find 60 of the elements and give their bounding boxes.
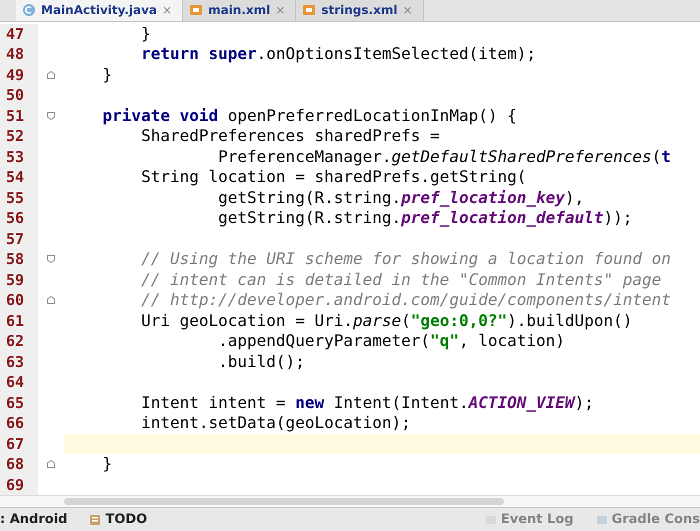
fold-marker-icon[interactable] [46, 459, 56, 470]
editor-tab[interactable]: strings.xml × [296, 0, 424, 21]
line-number: 59 [0, 270, 38, 290]
tool-window-button[interactable]: : Android [0, 512, 68, 528]
fold-marker-icon[interactable] [46, 70, 56, 80]
scrollbar[interactable] [64, 498, 504, 506]
line-number: 47 [0, 24, 38, 44]
line-number: 51 [0, 106, 38, 126]
code-line: SharedPreferences sharedPrefs = [140, 126, 441, 147]
console-icon [596, 514, 608, 526]
line-number: 55 [0, 188, 38, 208]
code-line: intent.setData(geoLocation); [140, 413, 412, 434]
line-number: 68 [0, 454, 38, 475]
line-number: 48 [0, 44, 38, 65]
code-line: } [102, 454, 114, 475]
code-line: Uri geoLocation = Uri.parse("geo:0,0?").buildUpon() [140, 310, 634, 332]
fold-marker-icon[interactable] [46, 254, 56, 264]
code-line: Intent intent = new Intent(Intent.ACTION_VIEW); [140, 392, 595, 414]
file-icon [302, 3, 316, 18]
code-line: // Using the URI scheme for showing a location found on [140, 249, 672, 270]
tab-label: MainActivity.java [41, 3, 158, 18]
fold-marker-icon[interactable] [46, 110, 56, 121]
tab-label: strings.xml [321, 3, 398, 18]
line-number: 49 [0, 64, 38, 86]
line-number: 62 [0, 331, 38, 352]
code-line: // http://developer.android.com/guide/components/intent [140, 290, 672, 311]
code-line: getString(R.string.pref_location_default)); [217, 208, 634, 229]
line-number: 69 [0, 474, 38, 496]
code-line: String location = sharedPrefs.getString( [140, 167, 528, 188]
code-line: .appendQueryParameter("q", location) [217, 331, 566, 352]
line-number: 67 [0, 434, 38, 454]
code-line: private void openPreferredLocationInMap() { [102, 106, 518, 126]
line-number: 61 [0, 310, 38, 332]
class-icon [22, 3, 36, 18]
fold-marker-icon[interactable] [46, 295, 56, 306]
editor-tab[interactable]: main.xml × [183, 0, 296, 21]
tab-label: main.xml [208, 3, 270, 18]
line-number: 50 [0, 85, 38, 106]
code-line: return super.onOptionsItemSelected(item); [140, 44, 538, 65]
code-line: } [140, 24, 152, 44]
line-number: 65 [0, 392, 38, 414]
line-number: 52 [0, 126, 38, 147]
line-number: 57 [0, 228, 38, 250]
code-line: } [102, 64, 114, 86]
code-line: // intent can is detailed in the "Common Intents" page [140, 270, 662, 290]
checklist-icon [89, 514, 102, 526]
line-number: 58 [0, 249, 38, 270]
line-number: 66 [0, 413, 38, 434]
code-line: getString(R.string.pref_location_key), [217, 188, 586, 208]
line-number: 53 [0, 146, 38, 168]
tool-window-button[interactable]: TODO [89, 512, 148, 528]
line-number: 64 [0, 372, 38, 393]
code-line: PreferenceManager.getDefaultSharedPreferences(t [217, 146, 672, 168]
editor-tab[interactable]: MainActivity.java × [16, 0, 184, 21]
code-line: .build(); [217, 352, 306, 372]
line-number: 54 [0, 167, 38, 188]
line-number: 63 [0, 352, 38, 372]
line-number: 56 [0, 208, 38, 229]
line-number: 60 [0, 290, 38, 311]
file-icon [189, 3, 204, 18]
